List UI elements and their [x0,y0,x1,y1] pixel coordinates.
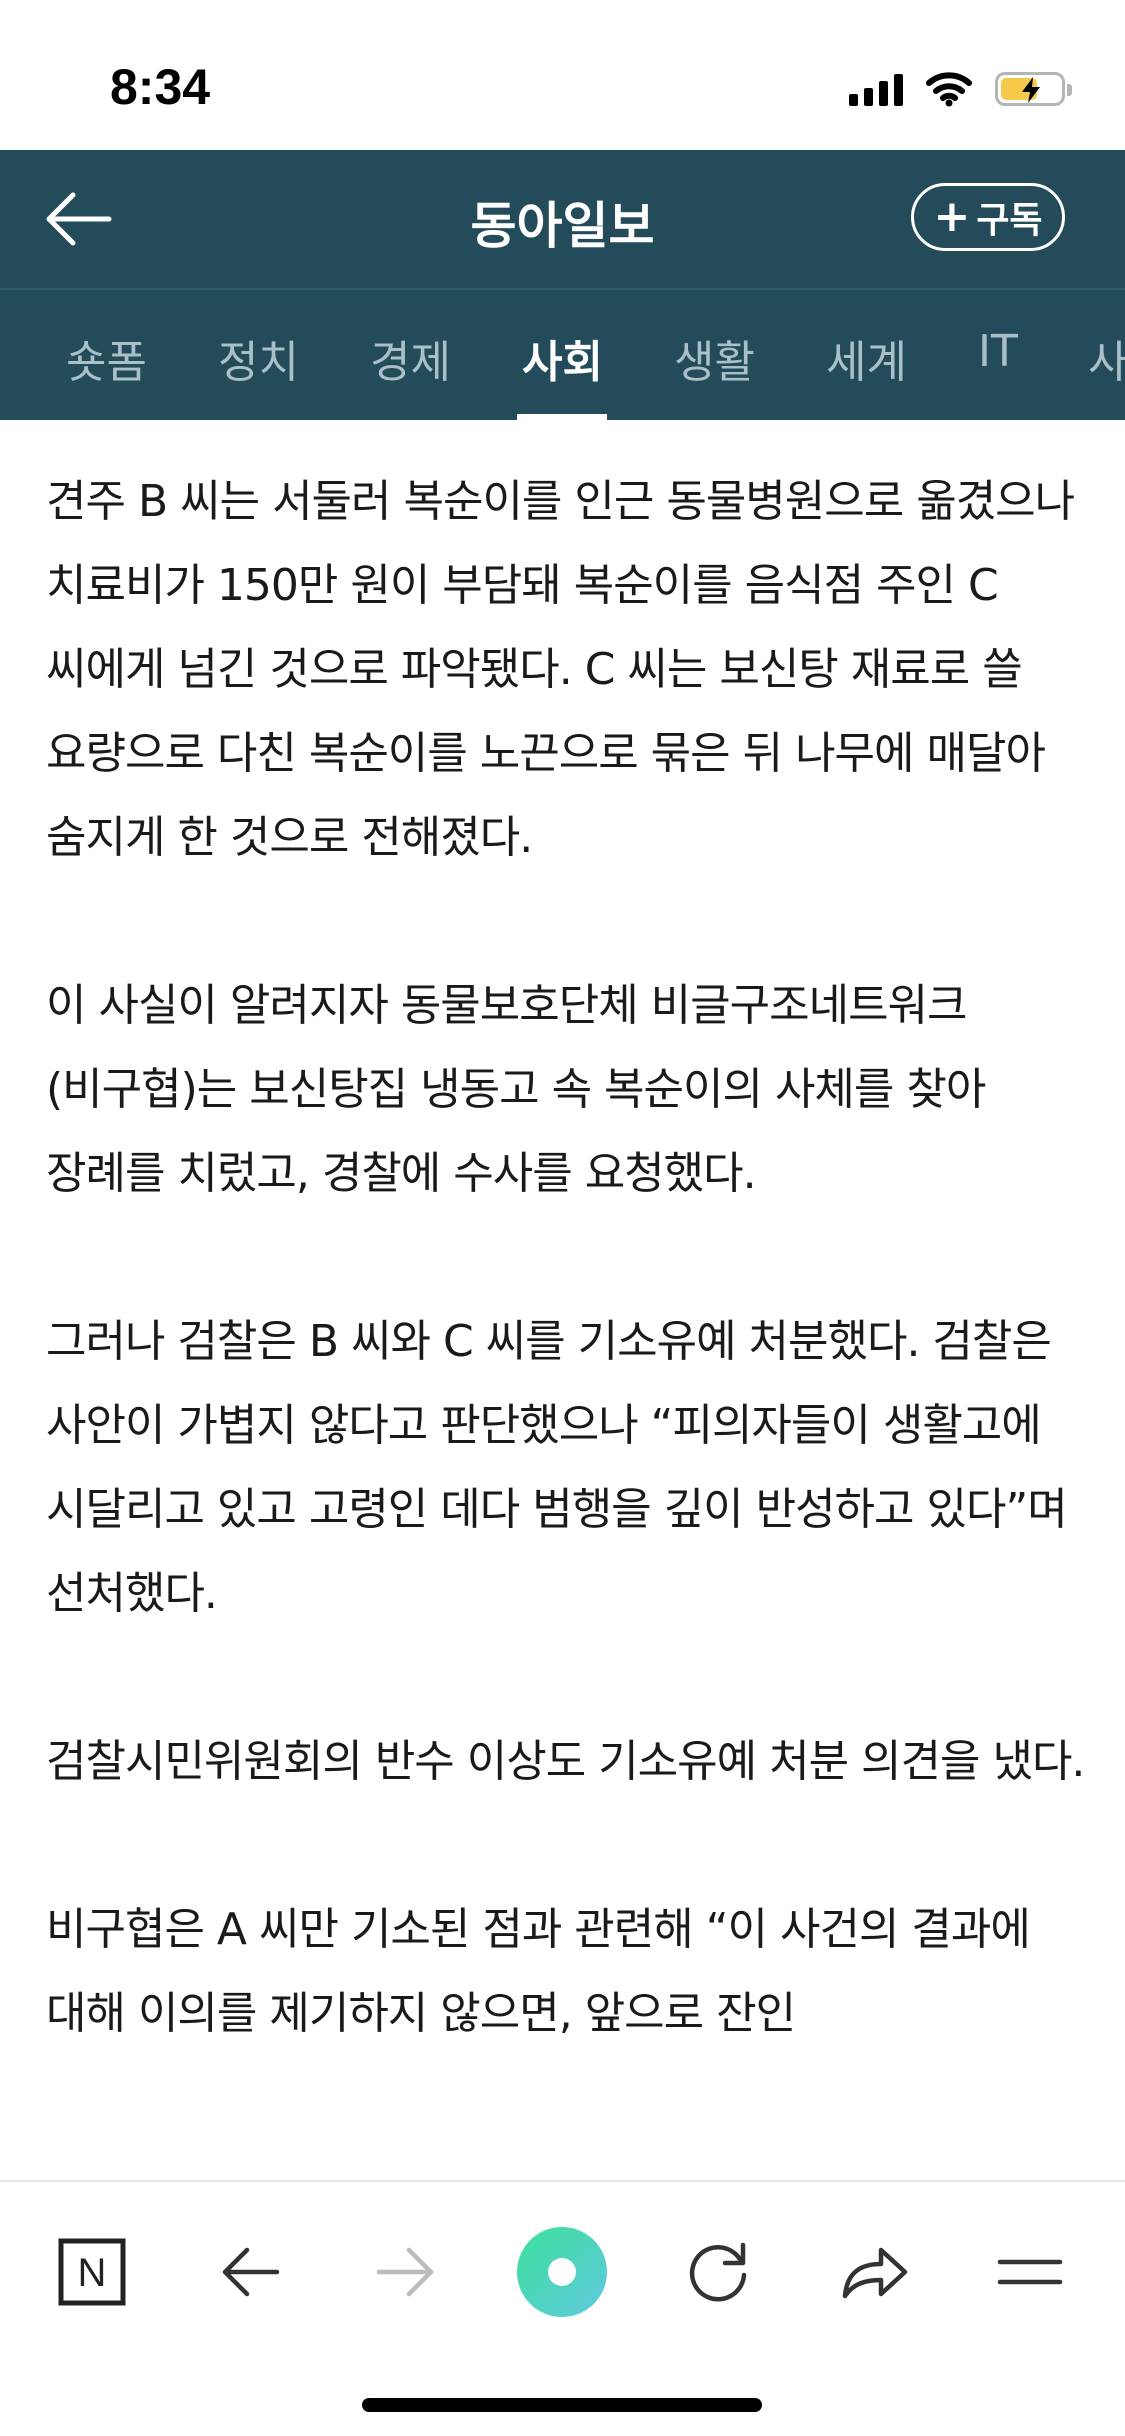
menu-button[interactable] [980,2222,1080,2322]
browser-back-button[interactable] [200,2222,300,2322]
tab-partial[interactable]: 사 [1088,326,1125,390]
article-paragraph: 그러나 검찰은 B 씨와 C 씨를 기소유예 처분했다. 검찰은 사안이 가볍지… [46,1316,1068,1619]
back-arrow-icon [222,2247,280,2297]
share-icon [842,2247,908,2299]
share-button[interactable] [824,2222,924,2322]
article-paragraph: 견주 B 씨는 서둘러 복순이를 인근 동물병원으로 옮겼으나 치료비가 150… [46,476,1075,863]
green-dot-icon [517,2227,607,2317]
home-indicator[interactable] [362,2398,762,2412]
subscribe-label: 구독 [976,200,1043,241]
plus-icon: + [933,191,971,242]
tab-society[interactable]: 사회 [522,326,603,390]
cellular-signal-icon [849,72,903,106]
article-body: 견주 B 씨는 서둘러 복순이를 인근 동물병원으로 옮겼으나 치료비가 150… [46,460,1086,2180]
menu-icon [997,2259,1063,2285]
battery-icon [995,72,1072,106]
category-tab-bar: 숏폼 정치 경제 사회 생활 세계 IT 사 [0,288,1125,420]
status-bar: 8:34 [0,0,1125,150]
tab-it[interactable]: IT [978,326,1018,377]
refresh-button[interactable] [668,2222,768,2322]
status-time: 8:34 [110,59,211,115]
browser-forward-button[interactable] [356,2222,456,2322]
article-paragraph: 검찰시민위원회의 반수 이상도 기소유예 처분 의견을 냈다. [46,1736,1085,1787]
article-paragraph: 이 사실이 알려지자 동물보호단체 비글구조네트워크(비구협)는 보신탕집 냉동… [46,980,986,1199]
tab-world[interactable]: 세계 [826,326,907,390]
tab-economy[interactable]: 경제 [370,326,451,390]
tab-life[interactable]: 생활 [674,326,755,390]
forward-arrow-icon [376,2247,434,2297]
green-dot-button[interactable] [512,2222,612,2322]
wifi-icon [926,72,972,107]
naver-n-icon: N [58,2238,126,2306]
subscribe-button[interactable]: + 구독 [911,183,1065,251]
tab-politics[interactable]: 정치 [218,326,299,390]
status-icons [849,64,1072,114]
refresh-icon [689,2242,747,2302]
tab-shortform[interactable]: 숏폼 [66,326,147,390]
active-tab-indicator [517,414,607,420]
article-paragraph: 비구협은 A 씨만 기소된 점과 관련해 “이 사건의 결과에 대해 이의를 제… [46,1904,1031,2039]
svg-text:N: N [78,2251,107,2295]
naver-home-button[interactable]: N [42,2222,142,2322]
app-header: 동아일보 + 구독 [0,150,1125,288]
